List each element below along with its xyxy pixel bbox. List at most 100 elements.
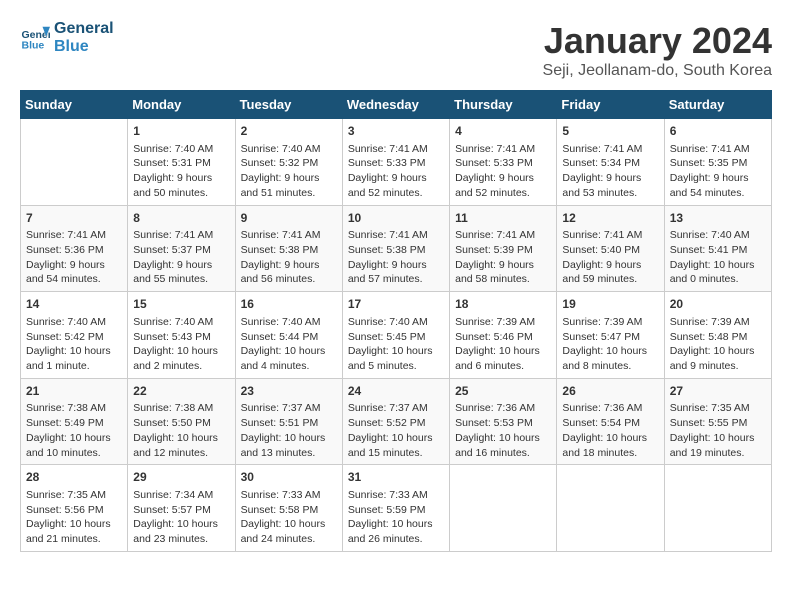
day-info: Sunrise: 7:41 AMSunset: 5:33 PMDaylight:… — [348, 142, 444, 201]
day-number: 30 — [241, 469, 337, 486]
day-number: 3 — [348, 123, 444, 140]
calendar-cell: 19 Sunrise: 7:39 AMSunset: 5:47 PMDayligh… — [557, 292, 664, 379]
calendar-cell: 17 Sunrise: 7:40 AMSunset: 5:45 PMDayligh… — [342, 292, 449, 379]
day-number: 14 — [26, 296, 122, 313]
calendar-cell: 5Sunrise: 7:41 AMSunset: 5:34 PMDaylight… — [557, 119, 664, 206]
day-number: 12 — [562, 210, 658, 227]
day-info: Sunrise: 7:41 AMSunset: 5:38 PMDaylight:… — [348, 228, 444, 287]
calendar-cell: 10Sunrise: 7:41 AMSunset: 5:38 PMDayligh… — [342, 205, 449, 292]
col-wednesday: Wednesday — [342, 91, 449, 119]
day-number: 1 — [133, 123, 229, 140]
day-info: Sunrise: 7:41 AMSunset: 5:37 PMDaylight:… — [133, 228, 229, 287]
calendar-table: Sunday Monday Tuesday Wednesday Thursday… — [20, 90, 772, 552]
calendar-cell: 4 Sunrise: 7:41 AMSunset: 5:33 PMDaylight… — [450, 119, 557, 206]
calendar-cell: 30 Sunrise: 7:33 AMSunset: 5:58 PMDayligh… — [235, 465, 342, 552]
month-title: January 2024 — [543, 20, 772, 62]
col-thursday: Thursday — [450, 91, 557, 119]
day-number: 6 — [670, 123, 766, 140]
day-number: 2 — [241, 123, 337, 140]
svg-text:Blue: Blue — [22, 39, 45, 51]
calendar-cell: 2 Sunrise: 7:40 AMSunset: 5:32 PMDaylight… — [235, 119, 342, 206]
calendar-cell: 27Sunrise: 7:35 AMSunset: 5:55 PMDayligh… — [664, 378, 771, 465]
day-info: Sunrise: 7:39 AMSunset: 5:46 PMDaylight:… — [455, 315, 551, 374]
location-subtitle: Seji, Jeollanam-do, South Korea — [543, 62, 772, 80]
day-number: 19 — [562, 296, 658, 313]
day-info: Sunrise: 7:37 AMSunset: 5:51 PMDaylight:… — [241, 401, 337, 460]
day-number: 4 — [455, 123, 551, 140]
day-number: 27 — [670, 383, 766, 400]
day-number: 25 — [455, 383, 551, 400]
calendar-cell: 23Sunrise: 7:37 AMSunset: 5:51 PMDayligh… — [235, 378, 342, 465]
day-number: 29 — [133, 469, 229, 486]
day-number: 16 — [241, 296, 337, 313]
calendar-cell: 22Sunrise: 7:38 AMSunset: 5:50 PMDayligh… — [128, 378, 235, 465]
header-row: Sunday Monday Tuesday Wednesday Thursday… — [21, 91, 772, 119]
day-info: Sunrise: 7:39 AMSunset: 5:48 PMDaylight:… — [670, 315, 766, 374]
col-monday: Monday — [128, 91, 235, 119]
day-number: 11 — [455, 210, 551, 227]
day-number: 20 — [670, 296, 766, 313]
day-info: Sunrise: 7:34 AMSunset: 5:57 PMDaylight:… — [133, 488, 229, 547]
day-info: Sunrise: 7:36 AMSunset: 5:54 PMDaylight:… — [562, 401, 658, 460]
day-info: Sunrise: 7:40 AMSunset: 5:45 PMDaylight:… — [348, 315, 444, 374]
col-saturday: Saturday — [664, 91, 771, 119]
day-number: 13 — [670, 210, 766, 227]
day-number: 9 — [241, 210, 337, 227]
col-friday: Friday — [557, 91, 664, 119]
calendar-cell: 28Sunrise: 7:35 AMSunset: 5:56 PMDayligh… — [21, 465, 128, 552]
calendar-week-3: 21Sunrise: 7:38 AMSunset: 5:49 PMDayligh… — [21, 378, 772, 465]
day-number: 31 — [348, 469, 444, 486]
day-info: Sunrise: 7:33 AMSunset: 5:58 PMDaylight:… — [241, 488, 337, 547]
calendar-week-4: 28Sunrise: 7:35 AMSunset: 5:56 PMDayligh… — [21, 465, 772, 552]
day-number: 17 — [348, 296, 444, 313]
calendar-cell: 14Sunrise: 7:40 AMSunset: 5:42 PMDayligh… — [21, 292, 128, 379]
logo-text-block: General Blue — [54, 20, 114, 55]
day-number: 7 — [26, 210, 122, 227]
calendar-cell: 11Sunrise: 7:41 AMSunset: 5:39 PMDayligh… — [450, 205, 557, 292]
day-info: Sunrise: 7:39 AMSunset: 5:47 PMDaylight:… — [562, 315, 658, 374]
calendar-header: Sunday Monday Tuesday Wednesday Thursday… — [21, 91, 772, 119]
logo-icon: General Blue — [20, 23, 50, 53]
day-info: Sunrise: 7:37 AMSunset: 5:52 PMDaylight:… — [348, 401, 444, 460]
day-number: 28 — [26, 469, 122, 486]
day-info: Sunrise: 7:41 AMSunset: 5:36 PMDaylight:… — [26, 228, 122, 287]
day-number: 22 — [133, 383, 229, 400]
day-info: Sunrise: 7:38 AMSunset: 5:50 PMDaylight:… — [133, 401, 229, 460]
calendar-cell: 15 Sunrise: 7:40 AMSunset: 5:43 PMDayligh… — [128, 292, 235, 379]
day-number: 5 — [562, 123, 658, 140]
day-number: 21 — [26, 383, 122, 400]
calendar-cell: 24Sunrise: 7:37 AMSunset: 5:52 PMDayligh… — [342, 378, 449, 465]
calendar-cell: 31Sunrise: 7:33 AMSunset: 5:59 PMDayligh… — [342, 465, 449, 552]
day-info: Sunrise: 7:40 AMSunset: 5:31 PMDaylight:… — [133, 142, 229, 201]
day-info: Sunrise: 7:41 AMSunset: 5:33 PMDaylight:… — [455, 142, 551, 201]
day-number: 8 — [133, 210, 229, 227]
logo: General Blue General Blue — [20, 20, 114, 55]
day-number: 23 — [241, 383, 337, 400]
calendar-cell: 6Sunrise: 7:41 AMSunset: 5:35 PMDaylight… — [664, 119, 771, 206]
day-info: Sunrise: 7:40 AMSunset: 5:41 PMDaylight:… — [670, 228, 766, 287]
col-tuesday: Tuesday — [235, 91, 342, 119]
calendar-cell: 8Sunrise: 7:41 AMSunset: 5:37 PMDaylight… — [128, 205, 235, 292]
calendar-cell — [450, 465, 557, 552]
calendar-cell: 13Sunrise: 7:40 AMSunset: 5:41 PMDayligh… — [664, 205, 771, 292]
day-number: 15 — [133, 296, 229, 313]
day-info: Sunrise: 7:40 AMSunset: 5:32 PMDaylight:… — [241, 142, 337, 201]
day-info: Sunrise: 7:35 AMSunset: 5:55 PMDaylight:… — [670, 401, 766, 460]
day-info: Sunrise: 7:36 AMSunset: 5:53 PMDaylight:… — [455, 401, 551, 460]
day-number: 18 — [455, 296, 551, 313]
day-number: 24 — [348, 383, 444, 400]
day-info: Sunrise: 7:41 AMSunset: 5:38 PMDaylight:… — [241, 228, 337, 287]
calendar-cell — [21, 119, 128, 206]
calendar-week-1: 7Sunrise: 7:41 AMSunset: 5:36 PMDaylight… — [21, 205, 772, 292]
calendar-cell: 1 Sunrise: 7:40 AMSunset: 5:31 PMDaylight… — [128, 119, 235, 206]
day-number: 26 — [562, 383, 658, 400]
calendar-cell: 25Sunrise: 7:36 AMSunset: 5:53 PMDayligh… — [450, 378, 557, 465]
calendar-cell: 21Sunrise: 7:38 AMSunset: 5:49 PMDayligh… — [21, 378, 128, 465]
day-info: Sunrise: 7:38 AMSunset: 5:49 PMDaylight:… — [26, 401, 122, 460]
calendar-cell: 12Sunrise: 7:41 AMSunset: 5:40 PMDayligh… — [557, 205, 664, 292]
calendar-cell — [664, 465, 771, 552]
title-area: January 2024 Seji, Jeollanam-do, South K… — [543, 20, 772, 80]
calendar-cell: 9Sunrise: 7:41 AMSunset: 5:38 PMDaylight… — [235, 205, 342, 292]
day-info: Sunrise: 7:40 AMSunset: 5:43 PMDaylight:… — [133, 315, 229, 374]
calendar-week-2: 14Sunrise: 7:40 AMSunset: 5:42 PMDayligh… — [21, 292, 772, 379]
